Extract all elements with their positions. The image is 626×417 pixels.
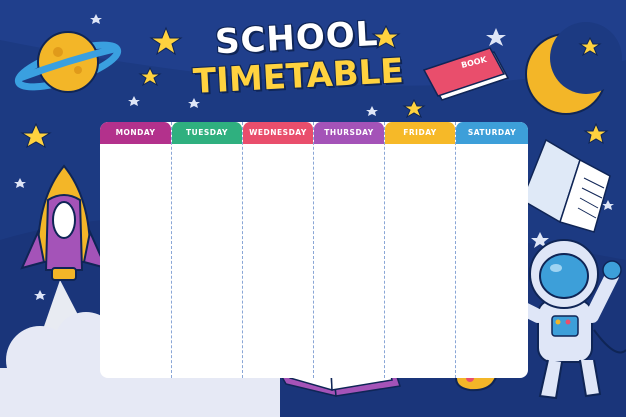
day-header-tuesday: TUESDAY xyxy=(172,122,242,144)
day-cell-tuesday[interactable] xyxy=(172,144,242,378)
day-cell-monday[interactable] xyxy=(100,144,171,378)
day-column-monday: MONDAY xyxy=(100,122,171,378)
day-cell-friday[interactable] xyxy=(385,144,455,378)
day-column-saturday: SATURDAY xyxy=(455,122,528,378)
day-header-monday: MONDAY xyxy=(100,122,171,144)
day-header-friday: FRIDAY xyxy=(385,122,455,144)
day-column-wednesday: WEDNESDAY xyxy=(242,122,313,378)
day-cell-wednesday[interactable] xyxy=(243,144,313,378)
timetable-poster: SCHOOL TIMETABLE BOOK MONDAY TUESDAY WED… xyxy=(0,0,626,417)
day-column-thursday: THURSDAY xyxy=(313,122,384,378)
day-header-wednesday: WEDNESDAY xyxy=(243,122,313,144)
day-cell-saturday[interactable] xyxy=(456,144,528,378)
day-header-saturday: SATURDAY xyxy=(456,122,528,144)
timetable-grid: MONDAY TUESDAY WEDNESDAY THURSDAY FRIDAY… xyxy=(100,122,528,378)
open-book-icon xyxy=(521,138,611,233)
day-column-tuesday: TUESDAY xyxy=(171,122,242,378)
day-column-friday: FRIDAY xyxy=(384,122,455,378)
day-header-thursday: THURSDAY xyxy=(314,122,384,144)
day-cell-thursday[interactable] xyxy=(314,144,384,378)
